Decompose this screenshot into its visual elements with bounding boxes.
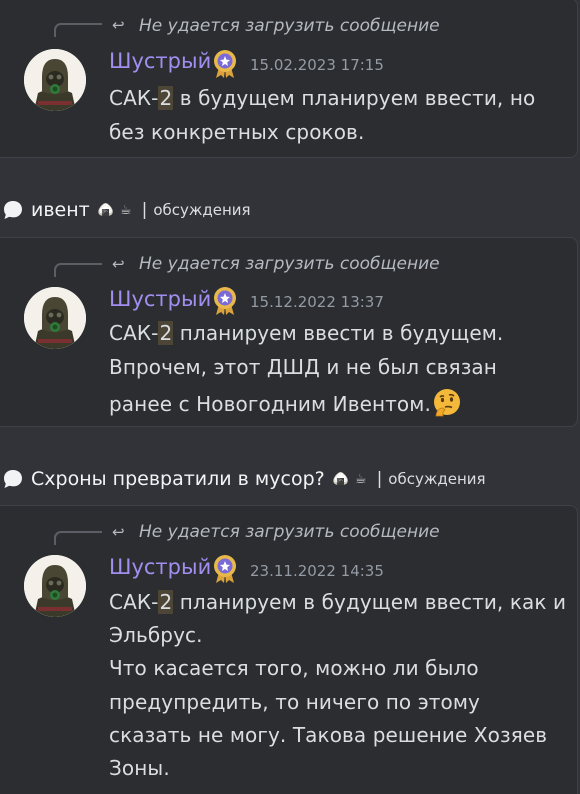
message-line: САК-2 в будущем планируем ввести, но xyxy=(109,86,535,110)
reply-connector xyxy=(54,531,102,545)
message-line: САК-2 планируем ввести в будущем. xyxy=(109,321,503,345)
chat-page: ↩ Не удается загрузить сообщение Шустрый xyxy=(0,0,580,794)
message-text: САК- xyxy=(109,321,159,345)
coffee-emoji: ☕ xyxy=(119,202,132,218)
timestamp: 15.12.2022 13:37 xyxy=(250,293,384,311)
message-text: САК- xyxy=(109,590,159,614)
mention-highlight: 2 xyxy=(158,86,174,110)
speech-bubble-icon xyxy=(4,470,22,488)
message-card[interactable]: ↩ Не удается загрузить сообщение Шустрый xyxy=(0,0,578,158)
message-line: Эльбрус. xyxy=(109,623,203,647)
message-card[interactable]: ↩ Не удается загрузить сообщение Шустрый xyxy=(0,237,578,427)
message-line: ранее с Новогодним Ивентом. xyxy=(109,388,462,418)
onigiri-emoji: 🍙 xyxy=(332,471,349,487)
message-text: планируем ввести в будущем. xyxy=(173,321,504,345)
speech-bubble-icon xyxy=(4,201,22,219)
separator: | xyxy=(141,200,148,220)
thread-header[interactable]: ивент 🍙 ☕ | обсуждения xyxy=(2,197,251,223)
mention-highlight: 2 xyxy=(158,321,174,345)
rosette-badge-icon[interactable] xyxy=(211,49,239,79)
thread-title[interactable]: ивент xyxy=(31,199,90,221)
rosette-badge-icon[interactable] xyxy=(211,554,239,584)
message-line: Что касается того, можно ли было xyxy=(109,656,479,680)
reply-arrow-icon: ↩ xyxy=(112,523,125,541)
username[interactable]: Шустрый xyxy=(109,555,211,579)
message-line: САК-2 планируем в будущем ввести, как и xyxy=(109,590,566,614)
timestamp: 23.11.2022 14:35 xyxy=(250,562,384,580)
timestamp: 15.02.2023 17:15 xyxy=(250,56,384,74)
mention-highlight: 2 xyxy=(158,590,174,614)
message-line: без конкретных сроков. xyxy=(109,120,365,144)
thread-header[interactable]: Схроны превратили в мусор? 🍙 ☕ | обсужде… xyxy=(2,466,486,492)
reply-preview[interactable]: Не удается загрузить сообщение xyxy=(139,16,440,36)
reply-preview[interactable]: Не удается загрузить сообщение xyxy=(139,254,440,274)
separator: | xyxy=(376,469,383,489)
message-text: ранее с Новогодним Ивентом. xyxy=(109,392,431,416)
thread-tag[interactable]: обсуждения xyxy=(388,470,485,488)
avatar[interactable] xyxy=(24,49,86,111)
reply-arrow-icon: ↩ xyxy=(112,16,125,34)
username[interactable]: Шустрый xyxy=(109,287,211,311)
reply-arrow-icon: ↩ xyxy=(112,255,125,273)
message-card[interactable]: ↩ Не удается загрузить сообщение Шустрый xyxy=(0,505,578,794)
message-line: Зоны. xyxy=(109,756,170,780)
message-line: сказать не могу. Такова решение Хозяев xyxy=(109,723,548,747)
reply-preview[interactable]: Не удается загрузить сообщение xyxy=(139,522,440,542)
reply-connector xyxy=(54,263,102,277)
message-text: в будущем планируем ввести, но xyxy=(173,86,536,110)
message-text: САК- xyxy=(109,86,159,110)
message-line: Впрочем, этот ДШД и не был связан xyxy=(109,355,497,379)
username[interactable]: Шустрый xyxy=(109,49,211,73)
coffee-emoji: ☕ xyxy=(354,471,367,487)
avatar[interactable] xyxy=(24,555,86,617)
rosette-badge-icon[interactable] xyxy=(211,286,239,316)
message-text: планируем в будущем ввести, как и xyxy=(173,590,567,614)
reply-connector xyxy=(54,23,102,37)
avatar[interactable] xyxy=(24,287,86,349)
thread-tag[interactable]: обсуждения xyxy=(153,201,250,219)
thread-title[interactable]: Схроны превратили в мусор? xyxy=(31,468,325,490)
message-line: предупредить, то ничего по этому xyxy=(109,690,480,714)
thinking-face-icon xyxy=(433,389,460,417)
onigiri-emoji: 🍙 xyxy=(97,202,114,218)
